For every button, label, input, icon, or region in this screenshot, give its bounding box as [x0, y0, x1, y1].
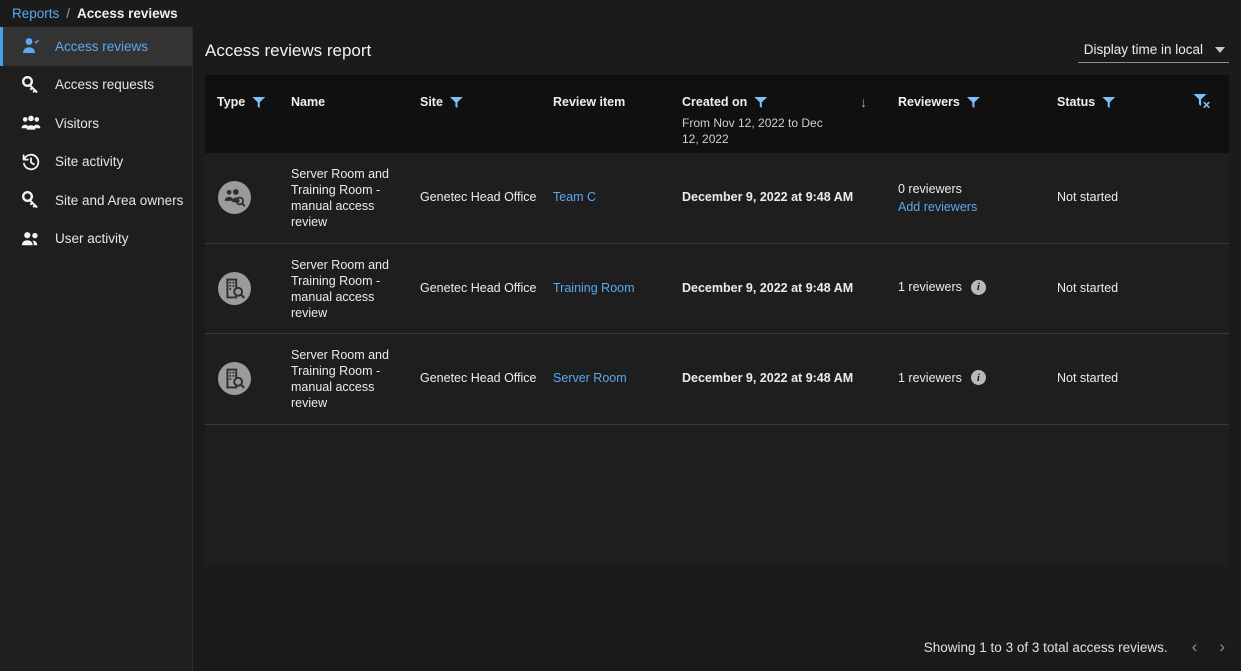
main-content: Access reviews report Display time in lo… [193, 26, 1241, 671]
sidebar-item-access-requests[interactable]: Access requests [0, 66, 192, 105]
status-badge: Not started [1057, 281, 1118, 295]
access-reviews-table: Type Name Site Review item Created [205, 75, 1229, 566]
column-header-review-item: Review item [553, 95, 625, 109]
column-header-label: Created on [682, 95, 747, 109]
table-row[interactable]: Server Room and Training Room - manual a… [205, 334, 1229, 425]
table-body: Server Room and Training Room - manual a… [205, 153, 1229, 425]
key-icon [21, 75, 41, 95]
sidebar-item-label: Visitors [55, 116, 99, 131]
group-review-icon [218, 181, 251, 214]
sidebar-item-label: Site and Area owners [55, 193, 183, 208]
cell-name: Server Room and Training Room - manual a… [291, 347, 401, 411]
column-header-status: Status [1057, 95, 1115, 109]
pagination-next-button[interactable]: › [1215, 637, 1229, 657]
timezone-dropdown-label: Display time in local [1084, 42, 1203, 57]
table-header-row: Type Name Site Review item Created [205, 75, 1229, 153]
funnel-clear-icon [1193, 93, 1211, 109]
sidebar-item-label: User activity [55, 231, 129, 246]
pagination-prev-button[interactable]: ‹ [1188, 637, 1202, 657]
filter-icon-site[interactable] [450, 97, 463, 108]
people-icon [21, 229, 41, 249]
sidebar-item-label: Access requests [55, 77, 154, 92]
cell-created-on: December 9, 2022 at 9:48 AM [682, 281, 853, 295]
breadcrumb-link-reports[interactable]: Reports [12, 6, 59, 21]
door-review-icon [218, 272, 251, 305]
filter-icon-type[interactable] [252, 97, 265, 108]
sidebar: Access reviews Access requests Visit [0, 26, 193, 671]
status-badge: Not started [1057, 371, 1118, 385]
sidebar-item-site-activity[interactable]: Site activity [0, 143, 192, 182]
sidebar-item-visitors[interactable]: Visitors [0, 104, 192, 143]
add-reviewers-link[interactable]: Add reviewers [898, 200, 977, 214]
column-header-created-on: Created on From Nov 12, 2022 to Dec 12, … [682, 95, 842, 147]
cell-reviewers-count: 1 reviewers [898, 371, 962, 385]
table-footer: Showing 1 to 3 of 3 total access reviews… [924, 637, 1229, 657]
cell-site: Genetec Head Office [420, 371, 537, 385]
review-item-link[interactable]: Training Room [553, 281, 635, 295]
filter-icon-status[interactable] [1102, 97, 1115, 108]
sidebar-item-site-and-area-owners[interactable]: Site and Area owners [0, 181, 192, 220]
sidebar-item-user-activity[interactable]: User activity [0, 220, 192, 259]
cell-site: Genetec Head Office [420, 281, 537, 295]
sidebar-item-access-reviews[interactable]: Access reviews [0, 27, 192, 66]
review-item-link[interactable]: Server Room [553, 371, 627, 385]
cell-created-on: December 9, 2022 at 9:48 AM [682, 190, 853, 204]
column-header-label: Type [217, 95, 245, 109]
cell-name: Server Room and Training Room - manual a… [291, 257, 401, 321]
key-icon [21, 190, 41, 210]
sidebar-item-label: Access reviews [55, 39, 148, 54]
column-header-site: Site [420, 95, 463, 109]
user-check-icon [21, 36, 41, 56]
chevron-down-icon [1215, 47, 1225, 53]
info-icon[interactable]: i [971, 280, 986, 295]
column-header-label: Site [420, 95, 443, 109]
status-badge: Not started [1057, 190, 1118, 204]
sort-indicator-created-on[interactable]: ↓ [860, 94, 867, 110]
review-item-link[interactable]: Team C [553, 190, 596, 204]
column-header-label: Review item [553, 95, 625, 109]
page-header: Access reviews report Display time in lo… [193, 26, 1241, 75]
cell-site: Genetec Head Office [420, 190, 537, 204]
table-row[interactable]: Server Room and Training Room - manual a… [205, 153, 1229, 244]
column-header-reviewers: Reviewers [898, 95, 980, 109]
cell-name: Server Room and Training Room - manual a… [291, 166, 401, 230]
cell-created-on: December 9, 2022 at 9:48 AM [682, 371, 853, 385]
filter-icon-created-on-active[interactable] [754, 97, 767, 108]
filter-icon-reviewers[interactable] [967, 97, 980, 108]
column-header-label: Name [291, 95, 325, 109]
sidebar-item-label: Site activity [55, 154, 123, 169]
column-header-date-range: From Nov 12, 2022 to Dec 12, 2022 [682, 115, 842, 147]
clear-filters-button[interactable] [1193, 93, 1211, 109]
breadcrumb-separator: / [66, 6, 70, 21]
info-icon[interactable]: i [971, 370, 986, 385]
column-header-type: Type [217, 95, 265, 109]
history-icon [21, 152, 41, 172]
page-title: Access reviews report [205, 41, 371, 61]
breadcrumb: Reports / Access reviews [0, 0, 1241, 26]
sort-arrow-down-icon: ↓ [860, 94, 867, 110]
pagination-summary: Showing 1 to 3 of 3 total access reviews… [924, 640, 1168, 655]
timezone-dropdown[interactable]: Display time in local [1078, 38, 1229, 63]
breadcrumb-current: Access reviews [77, 6, 178, 21]
table-row[interactable]: Server Room and Training Room - manual a… [205, 244, 1229, 335]
app-shell: Access reviews Access requests Visit [0, 26, 1241, 671]
cell-reviewers-count: 1 reviewers [898, 280, 962, 294]
column-header-name: Name [291, 95, 325, 109]
door-review-icon [218, 362, 251, 395]
cell-reviewers-count: 0 reviewers [898, 182, 962, 196]
pagination-controls: ‹ › [1188, 637, 1229, 657]
column-header-label: Status [1057, 95, 1095, 109]
column-header-label: Reviewers [898, 95, 960, 109]
people-group-icon [21, 113, 41, 133]
